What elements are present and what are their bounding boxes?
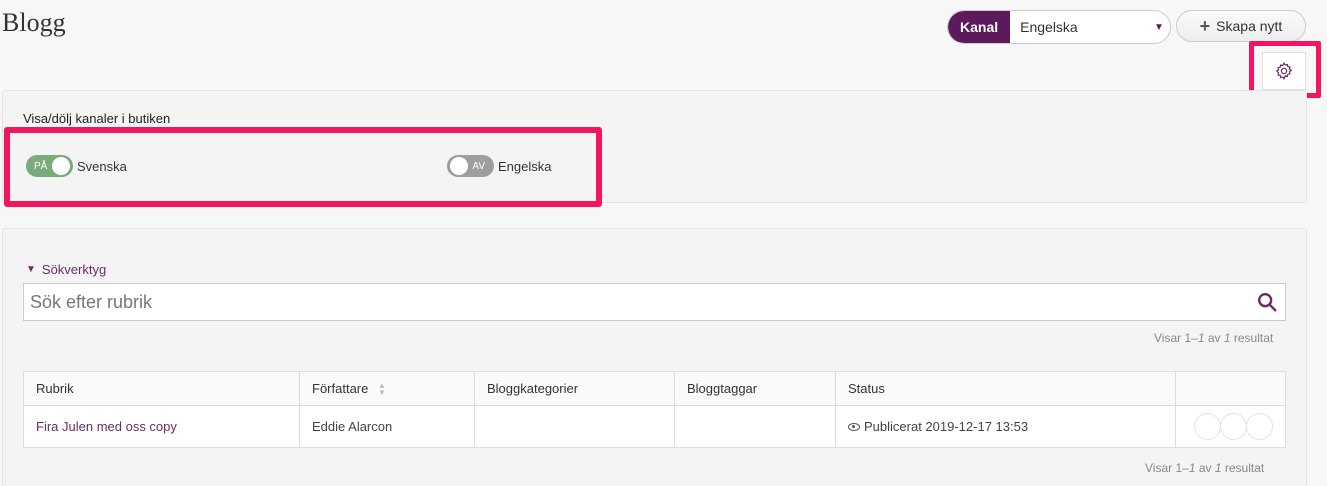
caret-down-icon[interactable]: ▼ (1148, 22, 1170, 33)
search-tools-label: Sökverktyg (41, 262, 107, 277)
plus-icon: + (1199, 16, 1211, 36)
result-count-bottom: Visar 1–1 av 1 resultat (1145, 461, 1265, 475)
channel-toggle-engelska[interactable]: AV (447, 155, 494, 177)
cell-actions (1175, 405, 1286, 448)
create-new-button[interactable]: + Skapa nytt (1176, 10, 1306, 42)
table-row: Fira Julen med oss copy Eddie Alarcon Pu… (23, 405, 1286, 448)
cell-categories (474, 405, 675, 448)
channel-label: Kanal (948, 11, 1011, 43)
cell-title[interactable]: Fira Julen med oss copy (23, 405, 300, 448)
toggle-knob (52, 157, 70, 175)
column-header-rubrik[interactable]: Rubrik (23, 371, 300, 406)
channel-toggle-row-svenska: PÅ Svenska (26, 155, 127, 177)
row-action-button[interactable] (1246, 413, 1273, 440)
channels-heading: Visa/dölj kanaler i butiken (23, 111, 171, 126)
toggle-state-label: AV (472, 160, 485, 172)
search-input[interactable] (24, 284, 1249, 320)
row-action-button[interactable] (1194, 413, 1221, 440)
table-header-row: Rubrik Författare ▲ ▼ Bloggkategorier Blo… (23, 371, 1286, 406)
toggle-state-label: PÅ (34, 160, 48, 172)
channel-toggle-svenska[interactable]: PÅ (26, 155, 73, 177)
status-text: Publicerat 2019-12-17 13:53 (864, 419, 1029, 434)
channel-name-engelska: Engelska (498, 158, 552, 174)
triangle-down-icon: ▼ (26, 264, 36, 275)
column-header-forfattare[interactable]: Författare ▲ ▼ (299, 371, 475, 406)
cell-tags (674, 405, 836, 448)
settings-button[interactable] (1262, 52, 1306, 90)
toggle-knob (450, 157, 468, 175)
blog-table: Rubrik Författare ▲ ▼ Bloggkategorier Blo… (23, 371, 1286, 448)
cell-author: Eddie Alarcon (299, 405, 475, 448)
gear-icon (1275, 61, 1293, 81)
column-header-actions (1175, 371, 1286, 406)
channels-panel (2, 90, 1307, 203)
search-icon[interactable] (1249, 291, 1285, 313)
page-title: Blogg (2, 8, 66, 37)
sort-icon[interactable]: ▲ ▼ (378, 382, 386, 397)
cell-status: Publicerat 2019-12-17 13:53 (835, 405, 1176, 448)
create-new-label: Skapa nytt (1216, 18, 1283, 34)
column-header-status: Status (835, 371, 1176, 406)
column-header-bloggkategorier: Bloggkategorier (474, 371, 675, 406)
channel-name-svenska: Svenska (77, 158, 127, 174)
channel-toggle-row-engelska: AV Engelska (447, 155, 551, 177)
post-title-link[interactable]: Fira Julen med oss copy (36, 419, 177, 434)
channel-value[interactable]: Engelska (1010, 19, 1148, 35)
result-count-top: Visar 1–1 av 1 resultat (1154, 331, 1274, 345)
column-header-bloggtaggar: Bloggtaggar (674, 371, 836, 406)
search-box (23, 283, 1286, 321)
eye-icon (848, 422, 860, 431)
channel-select[interactable]: Kanal Engelska ▼ (947, 10, 1171, 44)
row-action-button[interactable] (1220, 413, 1247, 440)
search-tools-toggle[interactable]: ▼ Sökverktyg (26, 262, 106, 277)
